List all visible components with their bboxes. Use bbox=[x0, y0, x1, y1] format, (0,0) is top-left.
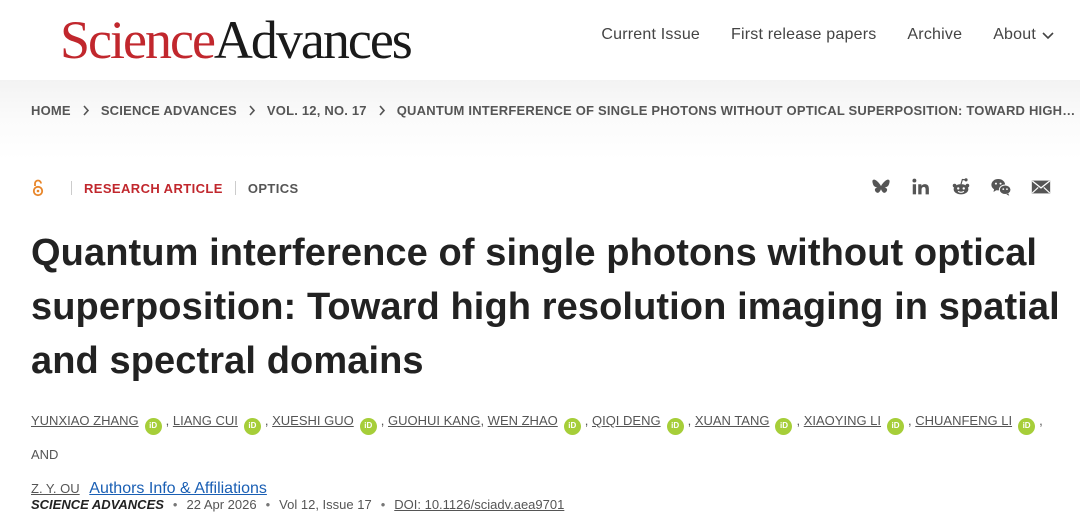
separator-dot: • bbox=[265, 497, 271, 512]
author-link[interactable]: LIANG CUI bbox=[173, 413, 238, 428]
orcid-icon[interactable]: iD bbox=[144, 417, 162, 435]
author-link[interactable]: Z. Y. OU bbox=[31, 481, 80, 496]
authors-info-affiliations-link[interactable]: Authors Info & Affiliations bbox=[89, 480, 267, 497]
science-advances-logo[interactable]: ScienceAdvances bbox=[60, 10, 413, 70]
article-meta: RESEARCH ARTICLE OPTICS bbox=[31, 179, 299, 197]
citation-line: SCIENCE ADVANCES • 22 Apr 2026 • Vol 12,… bbox=[31, 497, 564, 512]
separator-dot: • bbox=[380, 497, 386, 512]
orcid-icon[interactable]: iD bbox=[775, 417, 793, 435]
breadcrumb-journal[interactable]: SCIENCE ADVANCES bbox=[101, 103, 237, 118]
wechat-icon[interactable] bbox=[990, 176, 1012, 198]
article-subject[interactable]: OPTICS bbox=[248, 181, 299, 196]
chevron-right-icon bbox=[248, 105, 256, 116]
journal-name: SCIENCE ADVANCES bbox=[31, 497, 164, 512]
bluesky-icon[interactable] bbox=[870, 176, 892, 198]
author-link[interactable]: XUESHI GUO bbox=[272, 413, 354, 428]
article-title: Quantum interference of single photons w… bbox=[31, 232, 1060, 382]
main-nav: Current Issue First release papers Archi… bbox=[601, 26, 1054, 44]
site-header: ScienceAdvances Current Issue First rele… bbox=[0, 0, 1080, 80]
author-link[interactable]: CHUANFENG LI bbox=[915, 413, 1012, 428]
nav-archive[interactable]: Archive bbox=[907, 26, 962, 44]
orcid-icon[interactable]: iD bbox=[666, 417, 684, 435]
reddit-icon[interactable] bbox=[950, 176, 972, 198]
author-link[interactable]: XIAOYING LI bbox=[804, 413, 881, 428]
breadcrumb-issue[interactable]: VOL. 12, NO. 17 bbox=[267, 103, 367, 118]
author-link[interactable]: GUOHUI KANG bbox=[388, 413, 480, 428]
share-toolbar bbox=[870, 176, 1052, 198]
nav-about[interactable]: About bbox=[993, 26, 1054, 44]
doi-link[interactable]: DOI: 10.1126/sciadv.aea9701 bbox=[394, 497, 564, 512]
author-link[interactable]: WEN ZHAO bbox=[488, 413, 558, 428]
author-list: YUNXIAO ZHANG iD, LIANG CUI iD, XUESHI GUO… bbox=[31, 413, 1043, 497]
volume-issue: Vol 12, Issue 17 bbox=[279, 497, 372, 512]
divider bbox=[71, 181, 72, 195]
author-link[interactable]: QIQI DENG bbox=[592, 413, 661, 428]
open-access-icon bbox=[32, 179, 44, 197]
orcid-icon[interactable]: iD bbox=[887, 417, 905, 435]
author-link[interactable]: XUAN TANG bbox=[695, 413, 770, 428]
orcid-icon[interactable]: iD bbox=[563, 417, 581, 435]
chevron-right-icon bbox=[378, 105, 386, 116]
orcid-icon[interactable]: iD bbox=[1018, 417, 1036, 435]
chevron-down-icon bbox=[1042, 32, 1054, 40]
publication-date: 22 Apr 2026 bbox=[186, 497, 257, 512]
nav-about-label: About bbox=[993, 26, 1036, 43]
divider bbox=[234, 181, 236, 195]
breadcrumb-home[interactable]: HOME bbox=[31, 103, 71, 118]
breadcrumb: HOME SCIENCE ADVANCES VOL. 12, NO. 17 QU… bbox=[31, 103, 1075, 118]
orcid-icon[interactable]: iD bbox=[243, 417, 261, 435]
separator-dot: • bbox=[172, 497, 178, 512]
orcid-icon[interactable]: iD bbox=[359, 417, 377, 435]
nav-first-release-papers[interactable]: First release papers bbox=[731, 26, 876, 44]
nav-current-issue[interactable]: Current Issue bbox=[601, 26, 700, 44]
breadcrumb-current: QUANTUM INTERFERENCE OF SINGLE PHOTONS W… bbox=[396, 103, 1076, 118]
article-type[interactable]: RESEARCH ARTICLE bbox=[84, 181, 223, 196]
linkedin-icon[interactable] bbox=[910, 176, 932, 198]
email-icon[interactable] bbox=[1030, 176, 1052, 198]
chevron-right-icon bbox=[82, 105, 90, 116]
author-link[interactable]: YUNXIAO ZHANG bbox=[31, 413, 139, 428]
